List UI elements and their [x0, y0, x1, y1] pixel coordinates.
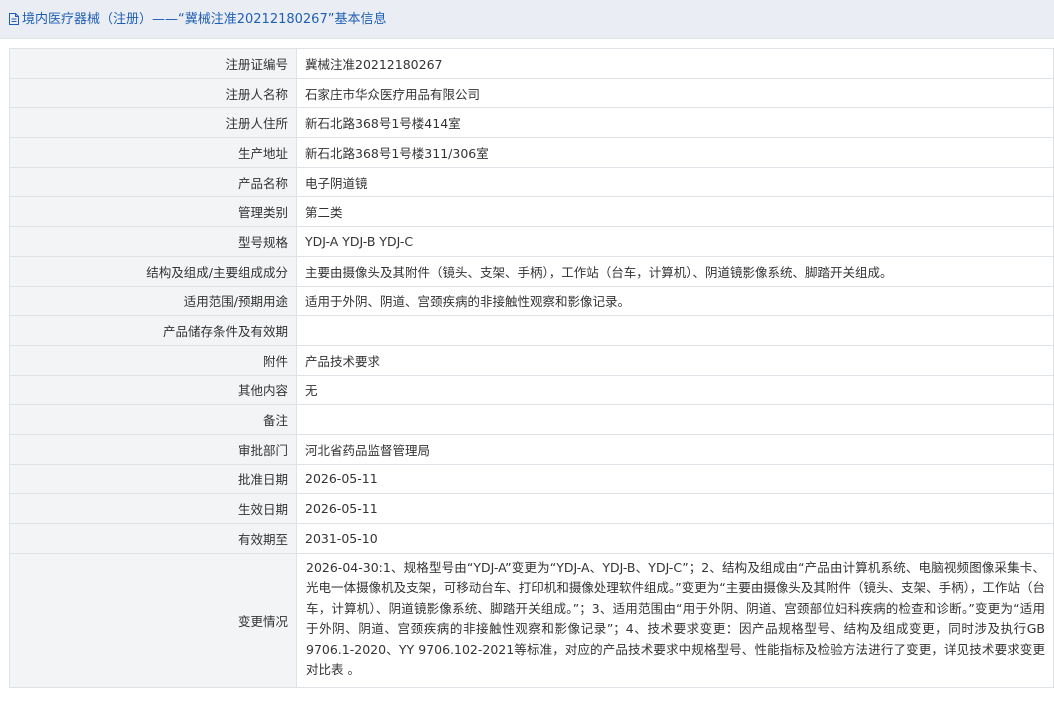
field-value: 电子阴道镜 — [296, 166, 1054, 198]
table-row: 附件 产品技术要求 — [9, 344, 1054, 376]
field-label: 结构及组成/主要组成成分 — [9, 255, 297, 287]
field-value: 河北省药品监督管理局 — [296, 433, 1054, 465]
field-label: 注册证编号 — [9, 48, 297, 79]
field-value: 2026-05-11 — [296, 463, 1054, 495]
table-row: 注册人住所 新石北路368号1号楼414室 — [9, 107, 1054, 139]
page-title: 境内医疗器械（注册）——“冀械注准20212180267”基本信息 — [22, 11, 387, 27]
table-row: 生效日期 2026-05-11 — [9, 493, 1054, 524]
table-row: 备注 — [9, 404, 1054, 435]
field-value: YDJ-A YDJ-B YDJ-C — [296, 226, 1054, 257]
field-value: 适用于外阴、阴道、宫颈疾病的非接触性观察和影像记录。 — [296, 285, 1054, 317]
field-value: 2031-05-10 — [296, 523, 1054, 554]
table-row: 产品储存条件及有效期 — [9, 315, 1054, 346]
table-row: 型号规格 YDJ-A YDJ-B YDJ-C — [9, 226, 1054, 257]
field-label: 变更情况 — [9, 552, 297, 688]
field-value: 石家庄市华众医疗用品有限公司 — [296, 77, 1054, 109]
page-header: 境内医疗器械（注册）——“冀械注准20212180267”基本信息 — [0, 0, 1054, 39]
table-row: 适用范围/预期用途 适用于外阴、阴道、宫颈疾病的非接触性观察和影像记录。 — [9, 285, 1054, 317]
field-value: 主要由摄像头及其附件（镜头、支架、手柄），工作站（台车，计算机）、阴道镜影像系统… — [296, 255, 1054, 287]
field-label: 适用范围/预期用途 — [9, 285, 297, 317]
table-row: 批准日期 2026-05-11 — [9, 463, 1054, 495]
field-label: 批准日期 — [9, 463, 297, 495]
field-value: 产品技术要求 — [296, 344, 1054, 376]
field-label: 管理类别 — [9, 196, 297, 228]
field-label: 其他内容 — [9, 374, 297, 406]
table-row: 产品名称 电子阴道镜 — [9, 166, 1054, 198]
field-label: 生产地址 — [9, 137, 297, 168]
table-row: 注册证编号 冀械注准20212180267 — [9, 48, 1054, 79]
field-label: 审批部门 — [9, 433, 297, 465]
field-label: 产品储存条件及有效期 — [9, 315, 297, 346]
field-value: 新石北路368号1号楼311/306室 — [296, 137, 1054, 168]
change-history-text: 2026-04-30:1、规格型号由“YDJ-A”变更为“YDJ-A、YDJ-B… — [296, 552, 1054, 688]
field-value: 冀械注准20212180267 — [296, 48, 1054, 79]
table-row: 生产地址 新石北路368号1号楼311/306室 — [9, 137, 1054, 168]
field-value: 新石北路368号1号楼414室 — [296, 107, 1054, 139]
table-row: 管理类别 第二类 — [9, 196, 1054, 228]
field-value: 2026-05-11 — [296, 493, 1054, 524]
table-row: 结构及组成/主要组成成分 主要由摄像头及其附件（镜头、支架、手柄），工作站（台车… — [9, 255, 1054, 287]
field-label: 附件 — [9, 344, 297, 376]
table-row: 变更情况 2026-04-30:1、规格型号由“YDJ-A”变更为“YDJ-A、… — [9, 552, 1054, 688]
document-icon — [9, 13, 19, 25]
field-label: 备注 — [9, 404, 297, 435]
field-label: 有效期至 — [9, 523, 297, 554]
field-label: 注册人住所 — [9, 107, 297, 139]
table-row: 其他内容 无 — [9, 374, 1054, 406]
field-value: 第二类 — [296, 196, 1054, 228]
field-label: 产品名称 — [9, 166, 297, 198]
field-label: 型号规格 — [9, 226, 297, 257]
page: 境内医疗器械（注册）——“冀械注准20212180267”基本信息 注册证编号 … — [0, 0, 1054, 704]
field-value — [296, 404, 1054, 435]
table-row: 注册人名称 石家庄市华众医疗用品有限公司 — [9, 77, 1054, 109]
table-row: 审批部门 河北省药品监督管理局 — [9, 433, 1054, 465]
field-label: 注册人名称 — [9, 77, 297, 109]
basic-info-table: 注册证编号 冀械注准20212180267 注册人名称 石家庄市华众医疗用品有限… — [9, 48, 1054, 688]
table-row: 有效期至 2031-05-10 — [9, 523, 1054, 554]
field-value — [296, 315, 1054, 346]
field-label: 生效日期 — [9, 493, 297, 524]
field-value: 无 — [296, 374, 1054, 406]
